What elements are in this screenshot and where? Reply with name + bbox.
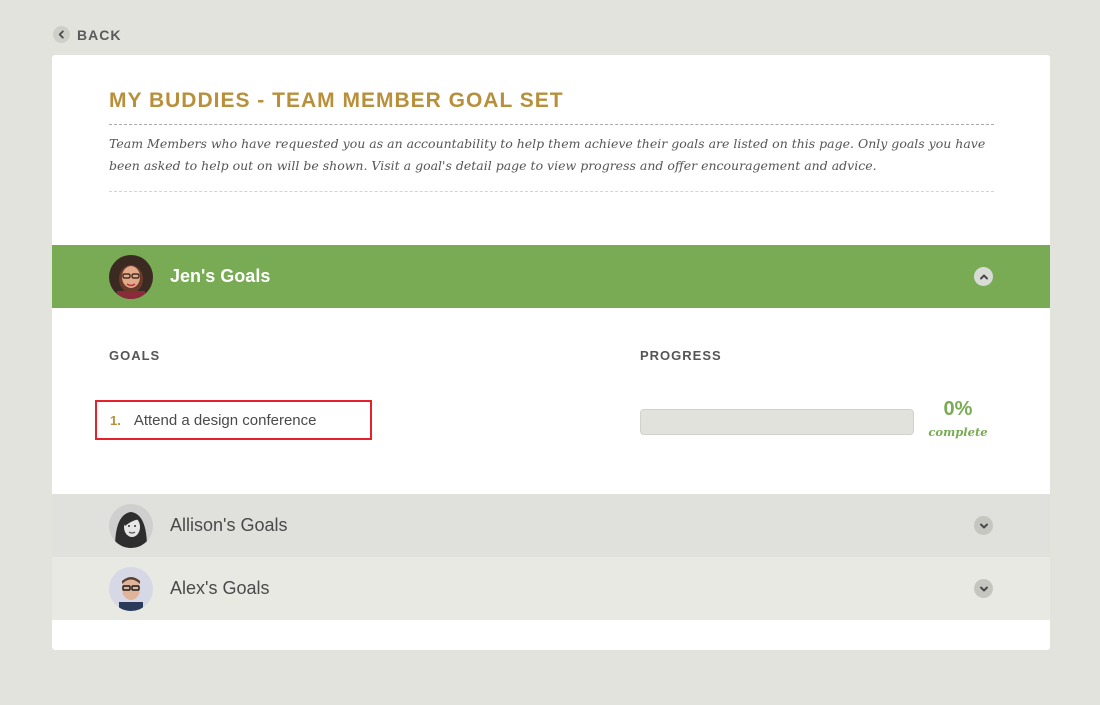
chevron-up-icon[interactable] [974, 267, 993, 286]
goal-number: 1. [110, 412, 121, 428]
panel-title: Jen's Goals [170, 266, 271, 286]
goals-column-header: GOALS [109, 348, 161, 363]
goal-title: Attend a design conference [133, 411, 317, 429]
progress-complete-label: complete [928, 425, 988, 439]
avatar [109, 503, 153, 548]
progress-percent: 0% [943, 398, 973, 420]
back-button[interactable]: BACK [53, 26, 121, 43]
panel-title: Alex's Goals [170, 578, 270, 598]
page-description: Team Members who have requested you as a… [109, 125, 994, 192]
page-title: MY BUDDIES - TEAM MEMBER GOAL SET [109, 89, 994, 125]
chevron-left-icon [53, 26, 70, 43]
chevron-down-icon[interactable] [974, 579, 993, 598]
panel-header-jen[interactable]: Jen's Goals [52, 245, 1050, 308]
intro-section: MY BUDDIES - TEAM MEMBER GOAL SET Team M… [109, 89, 994, 192]
goal-progress-bar [640, 409, 914, 435]
goal-set-card: MY BUDDIES - TEAM MEMBER GOAL SET Team M… [52, 55, 1050, 650]
progress-column-header: PROGRESS [640, 348, 722, 363]
panel-header-allison[interactable]: Allison's Goals [52, 494, 1050, 557]
panel-header-alex[interactable]: Alex's Goals [52, 557, 1050, 620]
back-label: BACK [77, 26, 122, 43]
avatar [109, 254, 153, 299]
chevron-down-icon[interactable] [974, 516, 993, 535]
avatar [109, 566, 153, 611]
goal-item[interactable]: 1. Attend a design conference [95, 400, 372, 440]
panel-title: Allison's Goals [170, 515, 288, 535]
